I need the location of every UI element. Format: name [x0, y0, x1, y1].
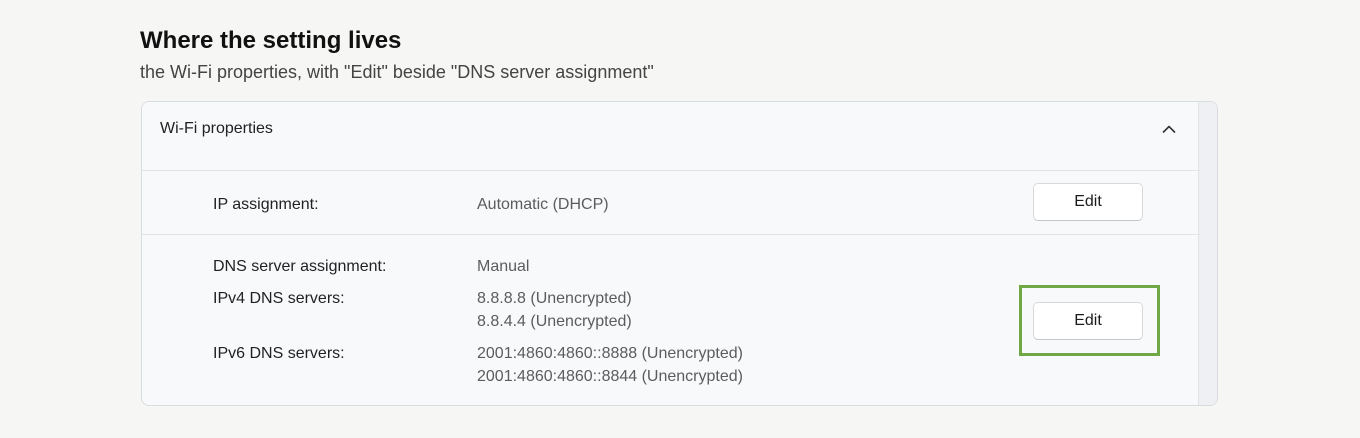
- wifi-properties-panel: Wi-Fi properties IP assignment: Automati…: [141, 101, 1218, 406]
- ipv6-dns-server-primary: 2001:4860:4860::8888 (Unencrypted): [477, 345, 743, 362]
- ip-assignment-label: IP assignment:: [213, 196, 319, 213]
- wifi-properties-header[interactable]: Wi-Fi properties: [142, 102, 1200, 171]
- ipv6-dns-servers-label: IPv6 DNS servers:: [213, 345, 345, 362]
- scrollbar-track[interactable]: [1198, 102, 1217, 405]
- wifi-properties-title: Wi-Fi properties: [160, 120, 273, 137]
- ip-assignment-row: IP assignment: Automatic (DHCP) Edit: [142, 171, 1200, 235]
- chevron-up-icon[interactable]: [1162, 122, 1176, 136]
- ip-assignment-value: Automatic (DHCP): [477, 196, 609, 213]
- ipv4-dns-server-primary: 8.8.8.8 (Unencrypted): [477, 290, 632, 307]
- dns-server-edit-button[interactable]: Edit: [1033, 302, 1143, 340]
- page: Where the setting lives the Wi-Fi proper…: [0, 0, 1360, 438]
- page-heading: Where the setting lives: [140, 27, 402, 54]
- page-subheading: the Wi-Fi properties, with "Edit" beside…: [140, 62, 654, 82]
- ip-assignment-edit-button[interactable]: Edit: [1033, 183, 1143, 221]
- ipv4-dns-server-secondary: 8.8.4.4 (Unencrypted): [477, 313, 632, 330]
- dns-server-assignment-value: Manual: [477, 258, 530, 275]
- dns-server-assignment-label: DNS server assignment:: [213, 258, 387, 275]
- ipv4-dns-servers-label: IPv4 DNS servers:: [213, 290, 345, 307]
- ipv6-dns-server-secondary: 2001:4860:4860::8844 (Unencrypted): [477, 368, 743, 385]
